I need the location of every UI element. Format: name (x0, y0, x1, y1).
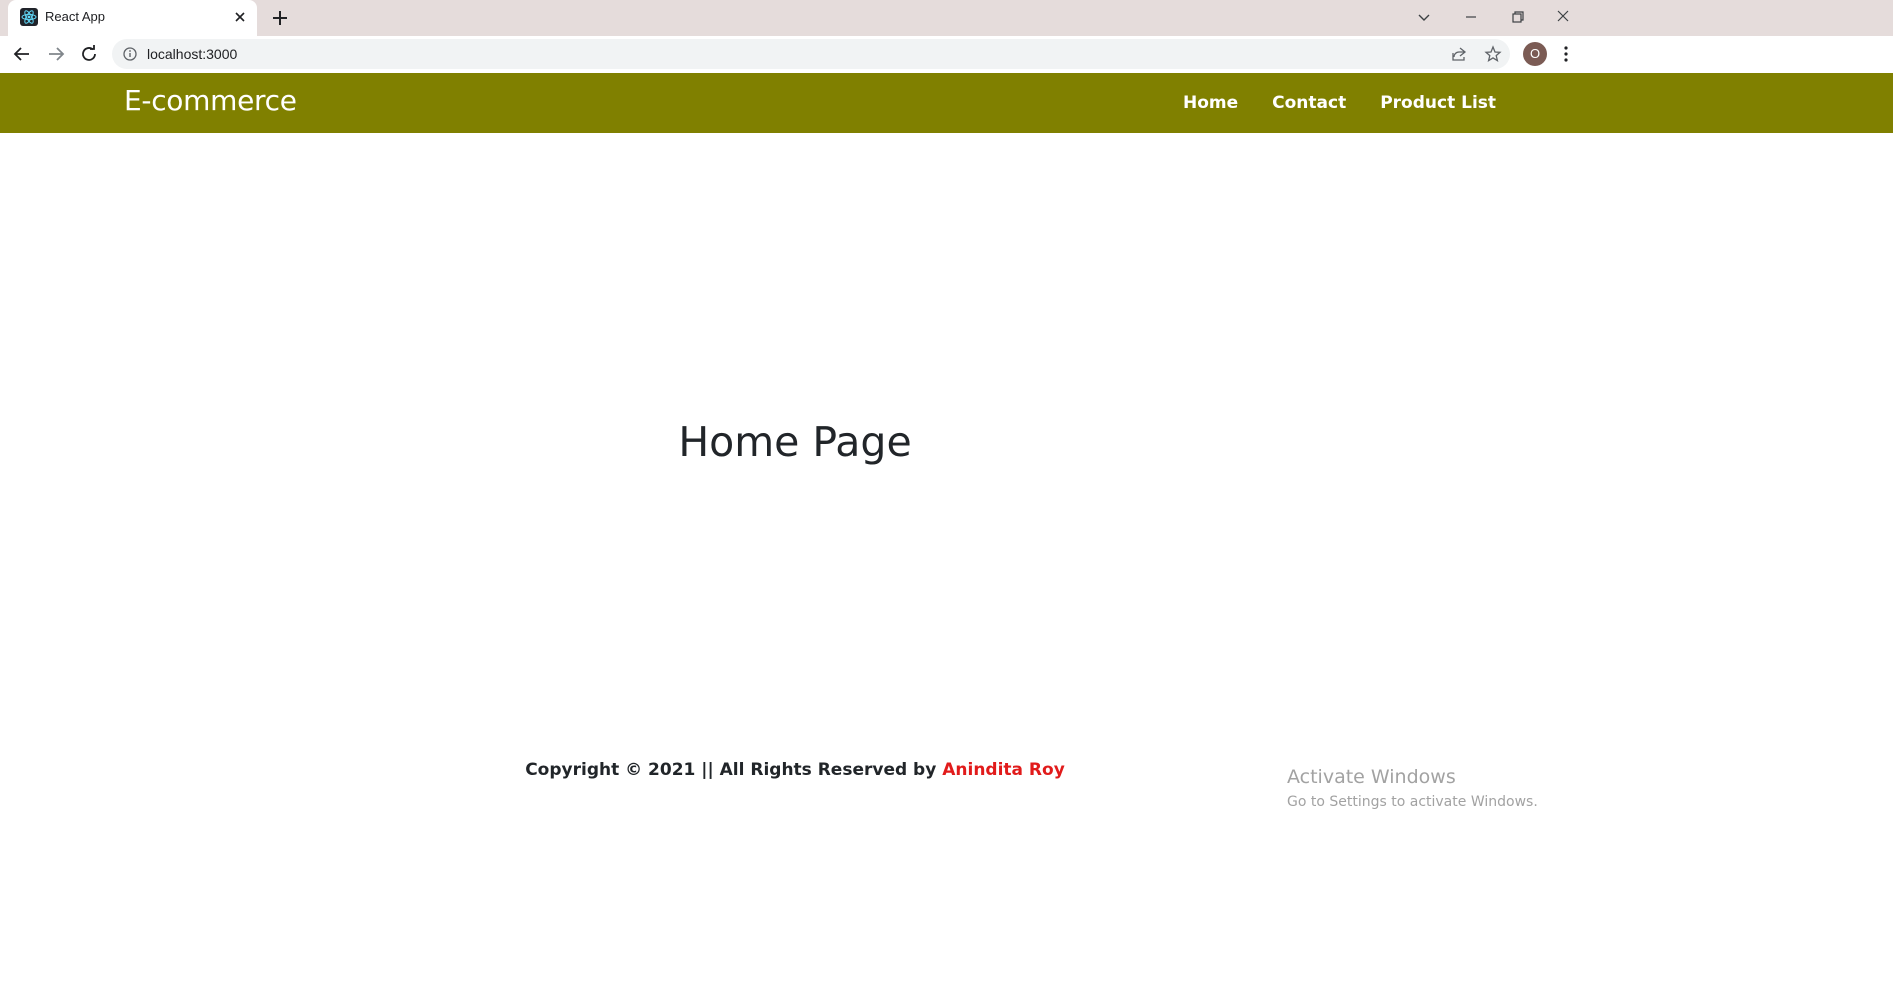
activate-windows-watermark: Activate Windows Go to Settings to activ… (1287, 766, 1538, 810)
site-info-icon[interactable] (122, 46, 138, 62)
react-favicon-icon (20, 8, 38, 26)
nav-link-home[interactable]: Home (1166, 93, 1255, 113)
activate-title: Activate Windows (1287, 766, 1456, 788)
page-title: Home Page (678, 418, 912, 466)
brand-logo[interactable]: E-commerce (124, 84, 297, 117)
share-icon[interactable] (1450, 45, 1468, 63)
author-name: Anindita Roy (942, 760, 1065, 780)
browser-menu-icon[interactable] (1561, 44, 1571, 64)
profile-avatar[interactable]: O (1523, 42, 1547, 66)
tab-search-icon[interactable] (1413, 6, 1435, 28)
browser-toolbar: localhost:3000 O (0, 36, 1893, 73)
forward-arrow-icon[interactable] (44, 42, 68, 66)
reload-icon[interactable] (77, 42, 101, 66)
back-arrow-icon[interactable] (10, 42, 34, 66)
url-text[interactable]: localhost:3000 (147, 46, 237, 62)
address-bar[interactable]: localhost:3000 (112, 39, 1510, 69)
browser-tab[interactable]: React App (8, 0, 257, 36)
copyright-text: Copyright © 2021 || All Rights Reserved … (525, 760, 943, 780)
tab-close-icon[interactable] (232, 9, 248, 25)
tab-title: React App (45, 9, 105, 24)
new-tab-icon[interactable] (269, 7, 291, 29)
close-window-icon[interactable] (1552, 6, 1574, 28)
minimize-icon[interactable] (1460, 6, 1482, 28)
site-navbar: E-commerce Home Contact Product List (0, 73, 1893, 133)
nav-links: Home Contact Product List (1166, 93, 1513, 113)
bookmark-star-icon[interactable] (1484, 45, 1502, 63)
nav-link-contact[interactable]: Contact (1255, 93, 1363, 113)
activate-subtitle: Go to Settings to activate Windows. (1287, 794, 1538, 810)
restore-icon[interactable] (1507, 6, 1529, 28)
nav-link-product-list[interactable]: Product List (1363, 93, 1513, 113)
browser-tabstrip: React App (0, 0, 1893, 36)
